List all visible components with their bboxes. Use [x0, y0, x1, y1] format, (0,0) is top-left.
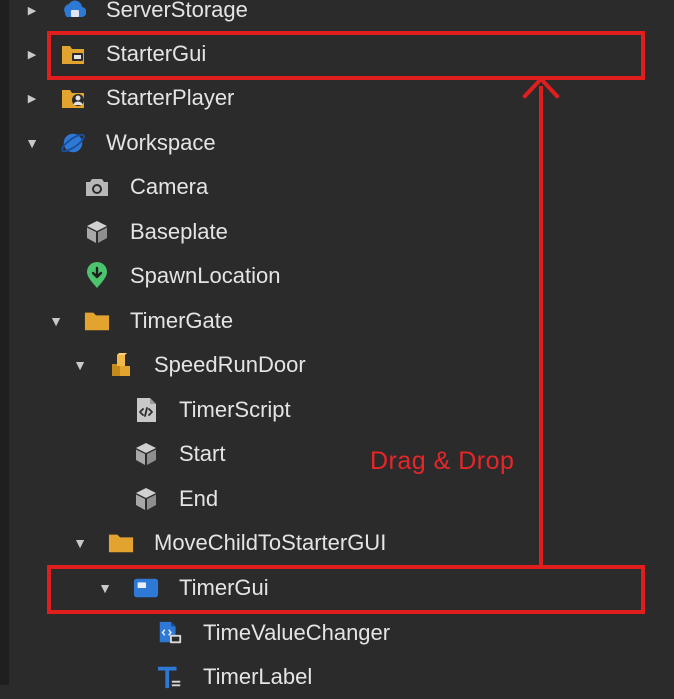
- tree-item-serverstorage[interactable]: ▶ ServerStorage: [0, 0, 674, 32]
- part-cube-icon: [84, 210, 110, 254]
- tree-item-workspace[interactable]: ▼ Workspace: [0, 121, 674, 165]
- tree-item-label: TimerGate: [130, 308, 234, 333]
- tree-item-label: ServerStorage: [106, 0, 248, 22]
- expand-arrow-icon[interactable]: ▶: [24, 32, 40, 76]
- drag-drop-annotation: Drag & Drop: [370, 447, 515, 475]
- tree-item-label: Start: [179, 441, 226, 466]
- drop-target-highlight: [47, 31, 645, 80]
- tree-item-timerscript[interactable]: TimerScript: [0, 388, 674, 432]
- server-storage-icon: [60, 0, 86, 32]
- starter-player-folder-icon: [60, 76, 86, 120]
- tree-item-label: TimeValueChanger: [203, 620, 391, 645]
- workspace-globe-icon: [60, 121, 86, 165]
- tree-item-label: Workspace: [106, 130, 216, 155]
- tree-item-label: TimerScript: [179, 397, 291, 422]
- collapse-arrow-icon[interactable]: ▼: [24, 121, 40, 165]
- tree-item-timergate[interactable]: ▼ TimerGate: [0, 299, 674, 343]
- collapse-arrow-icon[interactable]: ▼: [48, 299, 64, 343]
- expand-arrow-icon[interactable]: ▶: [24, 76, 40, 120]
- folder-icon: [108, 521, 134, 565]
- script-icon: [133, 388, 159, 432]
- tree-item-movechildtostartergui[interactable]: ▼ MoveChildToStarterGUI: [0, 521, 674, 565]
- drag-source-highlight: [47, 565, 645, 614]
- collapse-arrow-icon[interactable]: ▼: [72, 521, 88, 565]
- local-script-icon: [157, 611, 183, 655]
- spawn-location-icon: [84, 254, 110, 298]
- folder-icon: [84, 299, 110, 343]
- tree-item-start[interactable]: Start: [0, 432, 674, 476]
- tree-item-label: SpawnLocation: [130, 263, 281, 288]
- tree-item-label: StarterPlayer: [106, 85, 235, 110]
- tree-item-label: Camera: [130, 174, 209, 199]
- tree-item-timerlabel[interactable]: TimerLabel: [0, 655, 674, 699]
- tree-item-speedrundoor[interactable]: ▼ SpeedRunDoor: [0, 343, 674, 387]
- collapse-arrow-icon[interactable]: ▼: [72, 343, 88, 387]
- tree-item-label: MoveChildToStarterGUI: [154, 530, 387, 555]
- part-cube-icon: [133, 432, 159, 476]
- tree-item-baseplate[interactable]: Baseplate: [0, 210, 674, 254]
- tree-item-label: SpeedRunDoor: [154, 352, 306, 377]
- tree-item-end[interactable]: End: [0, 477, 674, 521]
- tree-item-label: End: [179, 486, 219, 511]
- tree-item-camera[interactable]: Camera: [0, 165, 674, 209]
- text-label-icon: [157, 655, 183, 699]
- tree-item-starterplayer[interactable]: ▶ StarterPlayer: [0, 76, 674, 120]
- drag-arrow-head-icon: [522, 76, 560, 99]
- tree-item-spawnlocation[interactable]: SpawnLocation: [0, 254, 674, 298]
- model-icon: [108, 343, 134, 387]
- expand-arrow-icon[interactable]: ▶: [24, 0, 40, 32]
- camera-icon: [84, 165, 110, 209]
- tree-item-timevaluechanger[interactable]: TimeValueChanger: [0, 611, 674, 655]
- tree-item-label: Baseplate: [130, 219, 228, 244]
- part-cube-icon: [133, 477, 159, 521]
- tree-item-label: TimerLabel: [203, 664, 313, 689]
- drag-arrow-shaft: [539, 86, 543, 567]
